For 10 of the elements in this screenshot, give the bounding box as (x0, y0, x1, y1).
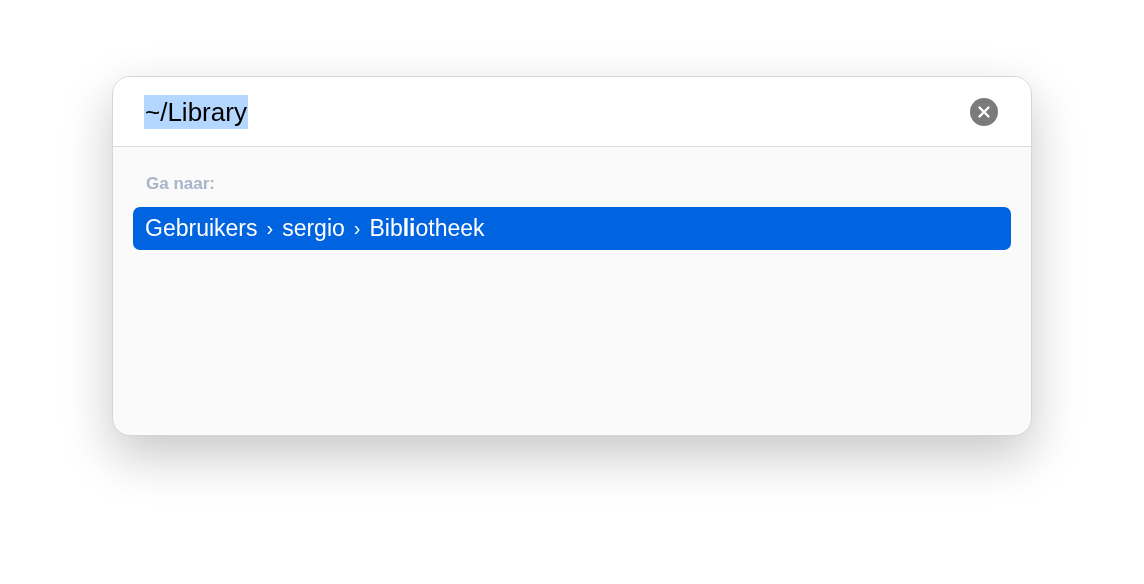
folder-name: Bibliotheek (369, 213, 485, 243)
folder-name: sergio (282, 213, 345, 243)
search-field[interactable]: ~/Library (113, 77, 1031, 147)
folder-name: Gebruikers (145, 213, 258, 243)
field-value: ~/Library (144, 94, 248, 129)
clear-icon[interactable] (970, 97, 998, 126)
path-separator: › (266, 216, 274, 241)
section-label: Ga naar: (145, 173, 216, 195)
result-row[interactable]: Gebruikers › sergio › Bibliotheek (133, 206, 1011, 250)
path-separator: › (353, 216, 361, 241)
